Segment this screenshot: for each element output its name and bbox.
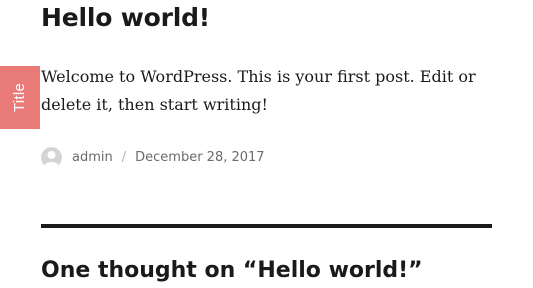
avatar-icon[interactable] bbox=[41, 146, 62, 168]
comments-title: One thought on “Hello world!” bbox=[41, 258, 423, 283]
title-side-tab[interactable]: Title bbox=[0, 66, 40, 129]
comments-divider bbox=[41, 224, 492, 228]
post-content: Welcome to WordPress. This is your first… bbox=[41, 67, 476, 114]
avatar-placeholder-icon bbox=[41, 146, 62, 168]
post-date-link[interactable]: December 28, 2017 bbox=[135, 150, 264, 165]
title-side-tab-label: Title bbox=[11, 82, 29, 113]
author-link[interactable]: admin bbox=[72, 150, 113, 165]
post-meta: admin / December 28, 2017 bbox=[41, 146, 265, 168]
post-title[interactable]: Hello world! bbox=[41, 1, 210, 35]
meta-separator: / bbox=[121, 149, 127, 165]
